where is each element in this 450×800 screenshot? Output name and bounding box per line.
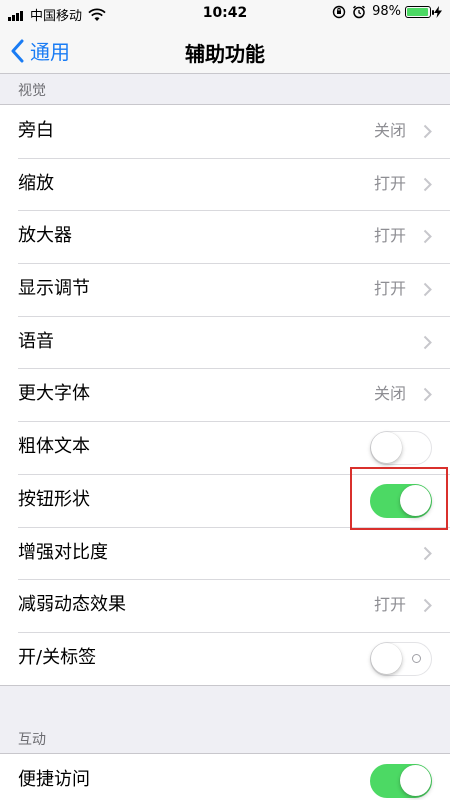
chevron-right-icon [423,230,432,244]
row-reachability: 便捷访问 [0,754,450,800]
chevron-right-icon [423,335,432,349]
on-off-labels-toggle[interactable] [370,641,432,676]
row-value: 打开 [373,595,406,615]
row-label: 减弱动态效果 [18,594,126,616]
interaction-settings-group: 便捷访问 [0,753,450,800]
section-header-interaction: 互动 [18,732,46,748]
row-value: 关闭 [373,384,406,404]
status-bar: 中国移动 10:42 98% [0,0,450,28]
battery-percent: 98% [372,4,401,19]
chevron-right-icon [423,177,432,191]
row-label: 增强对比度 [18,541,108,563]
status-right: 98% [332,4,442,19]
settings-screen: 中国移动 10:42 98% 通用 辅助功能 视觉 旁白 关闭 缩放 打开 放大… [0,0,450,800]
row-value: 打开 [373,226,406,246]
row-increase-contrast[interactable]: 增强对比度 [0,526,450,580]
chevron-right-icon [423,598,432,613]
row-bold-text: 粗体文本 [0,421,450,474]
row-zoom[interactable]: 缩放 打开 [0,157,450,211]
row-label: 语音 [18,330,54,352]
section-header-vision: 视觉 [18,83,46,99]
chevron-right-icon [423,388,432,402]
row-label: 缩放 [18,172,54,194]
row-label: 按钮形状 [18,488,90,510]
row-label: 开/关标签 [18,646,97,668]
row-value: 打开 [373,279,406,299]
chevron-right-icon [423,282,432,297]
navigation-bar: 通用 辅助功能 [0,28,450,74]
highlight-annotation [350,467,448,530]
orientation-lock-icon [332,5,346,18]
off-label-circle-icon [412,653,421,663]
row-larger-text[interactable]: 更大字体 关闭 [0,368,450,421]
row-label: 旁白 [18,120,54,141]
vision-settings-group: 旁白 关闭 缩放 打开 放大器 打开 显示调节 打开 语音 更大字体 关闭 粗体… [0,104,450,686]
row-label: 粗体文本 [18,436,90,458]
battery-icon [405,5,434,18]
row-label: 便捷访问 [18,769,90,790]
row-value: 关闭 [373,121,406,140]
alarm-icon [353,5,366,18]
page-title: 辅助功能 [185,42,265,66]
row-reduce-motion[interactable]: 减弱动态效果 打开 [0,579,450,632]
chevron-right-icon [423,124,432,139]
row-speech[interactable]: 语音 [0,315,450,369]
chevron-right-icon [423,546,432,560]
row-voiceover[interactable]: 旁白 关闭 [0,105,450,158]
row-display-accommodations[interactable]: 显示调节 打开 [0,263,450,316]
row-label: 显示调节 [18,278,90,300]
bold-text-toggle[interactable] [370,431,432,466]
reachability-toggle[interactable] [370,764,432,798]
charging-bolt-icon [434,5,442,18]
row-label: 更大字体 [18,383,90,405]
row-on-off-labels: 开/关标签 [0,631,450,685]
row-magnifier[interactable]: 放大器 打开 [0,210,450,263]
row-label: 放大器 [18,225,72,247]
row-value: 打开 [373,173,406,193]
